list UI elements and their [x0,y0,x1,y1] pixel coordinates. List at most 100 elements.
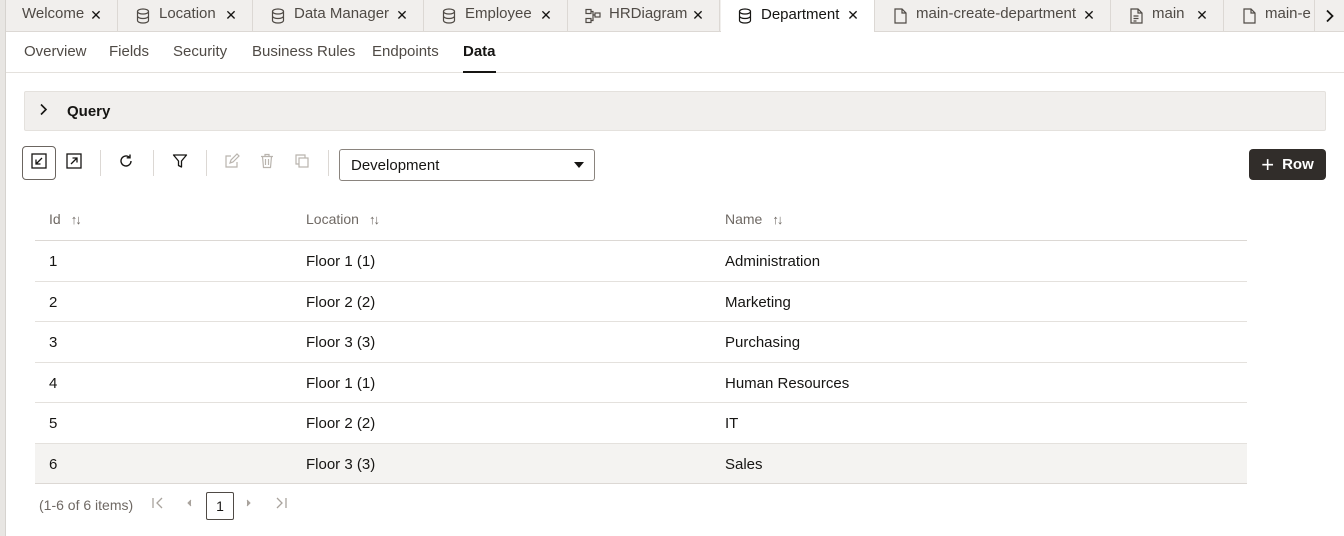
table-row[interactable]: 6 Floor 3 (3) Sales [35,443,1247,484]
add-row-button[interactable]: + Row [1249,149,1326,180]
tab-label: Employee [465,5,532,22]
database-icon [135,7,151,24]
next-page-icon[interactable] [245,496,253,512]
close-icon[interactable]: ✕ [89,8,103,22]
cell-id: 2 [49,293,58,311]
import-button[interactable] [22,146,56,180]
cell-id: 1 [49,253,58,270]
cell-id: 3 [49,334,58,351]
cell-name: IT [725,415,739,432]
cell-location: Floor 3 (3) [306,455,376,473]
close-icon[interactable]: ✕ [224,8,238,22]
query-label: Query [67,102,111,120]
tab-endpoints[interactable]: Endpoints [372,43,439,73]
edit-button[interactable] [215,146,249,180]
cell-location: Floor 1 (1) [306,253,376,270]
tab-hrdiagram[interactable]: HRDiagram ✕ [569,0,720,31]
close-icon[interactable]: ✕ [395,8,409,22]
toolbar-divider [328,150,329,176]
tab-label: main-e [1265,5,1311,22]
tab-department[interactable]: Department ✕ [721,0,875,32]
column-header-location[interactable]: Location ↑↓ [306,211,380,227]
tab-label: Location [159,5,216,22]
database-icon [737,8,753,24]
tab-employee[interactable]: Employee ✕ [425,0,568,31]
cell-location: Floor 2 (2) [306,293,376,311]
filter-icon [172,153,188,174]
sort-icon[interactable]: ↑↓ [71,212,82,227]
database-icon [270,7,286,24]
tab-main-create-department[interactable]: main-create-department ✕ [876,0,1111,31]
edit-icon [224,152,240,174]
cell-name: Purchasing [725,334,801,351]
tab-label: Data Manager [294,5,390,22]
import-icon [31,152,47,174]
trash-icon [259,153,275,174]
close-icon[interactable]: ✕ [1082,8,1096,22]
cell-location: Floor 1 (1) [306,374,376,392]
export-icon [66,152,82,174]
sort-icon[interactable]: ↑↓ [772,212,783,227]
database-icon [441,7,457,24]
table-row[interactable]: 4 Floor 1 (1) Human Resources [35,363,1247,403]
tab-label: main-create-department [916,5,1077,22]
tab-welcome[interactable]: Welcome ✕ [6,0,118,31]
tab-data-manager[interactable]: Data Manager ✕ [254,0,424,31]
close-icon[interactable]: ✕ [1195,8,1209,22]
table-header: Id ↑↓ Location ↑↓ Name ↑↓ [35,198,1247,241]
tab-main[interactable]: main ✕ [1112,0,1224,31]
file-icon [892,7,908,24]
column-header-label: Location [306,211,359,227]
tab-label: Welcome [22,5,85,22]
toolbar-divider [206,150,207,176]
cell-location: Floor 2 (2) [306,415,376,432]
close-icon[interactable]: ✕ [846,8,860,22]
page-number-button[interactable]: 1 [206,492,234,520]
tab-location[interactable]: Location ✕ [119,0,253,31]
refresh-button[interactable] [109,146,143,180]
cell-name: Marketing [725,293,791,311]
cell-id: 5 [49,415,58,432]
close-icon[interactable]: ✕ [691,8,705,22]
cell-name: Human Resources [725,374,850,392]
table-row[interactable]: 1 Floor 1 (1) Administration [35,241,1247,282]
cell-id: 4 [49,374,58,392]
duplicate-button[interactable] [285,146,319,180]
last-page-icon[interactable] [274,496,288,512]
sub-navigation: Overview Fields Security Business Rules … [6,32,1344,73]
add-row-label: Row [1282,156,1314,173]
tab-overview[interactable]: Overview [24,43,87,73]
tab-data[interactable]: Data [463,43,496,73]
toolbar-divider [100,150,101,176]
cell-location: Floor 3 (3) [306,334,376,351]
environment-select[interactable]: Development [339,149,595,181]
tab-security[interactable]: Security [173,43,227,73]
table-row[interactable]: 5 Floor 2 (2) IT [35,403,1247,444]
filter-button[interactable] [163,146,197,180]
previous-page-icon[interactable] [185,496,193,512]
file-code-icon [1128,7,1144,24]
diagram-icon [585,8,601,24]
chevron-right-icon[interactable] [1314,0,1344,31]
close-icon[interactable]: ✕ [539,8,553,22]
query-panel-header[interactable]: Query [24,91,1326,131]
toolbar-divider [153,150,154,176]
column-header-name[interactable]: Name ↑↓ [725,211,783,227]
sort-icon[interactable]: ↑↓ [369,212,380,227]
tab-fields[interactable]: Fields [109,43,149,73]
tab-business-rules[interactable]: Business Rules [252,43,355,73]
caret-down-icon [574,162,584,168]
editor-tab-strip: Welcome ✕ Location ✕ Data Manager ✕ Empl… [6,0,1344,32]
table-row[interactable]: 3 Floor 3 (3) Purchasing [35,322,1247,363]
cell-id: 6 [49,455,58,473]
first-page-icon[interactable] [151,496,165,512]
table-row[interactable]: 2 Floor 2 (2) Marketing [35,282,1247,322]
cell-name: Administration [725,253,821,270]
data-table: Id ↑↓ Location ↑↓ Name ↑↓ 1 Floor 1 (1) … [35,198,1247,484]
delete-button[interactable] [250,146,284,180]
chevron-right-icon [39,103,53,119]
column-header-id[interactable]: Id ↑↓ [49,211,82,227]
tab-label: main [1152,5,1185,22]
export-button[interactable] [57,146,91,180]
current-page: 1 [216,498,224,514]
